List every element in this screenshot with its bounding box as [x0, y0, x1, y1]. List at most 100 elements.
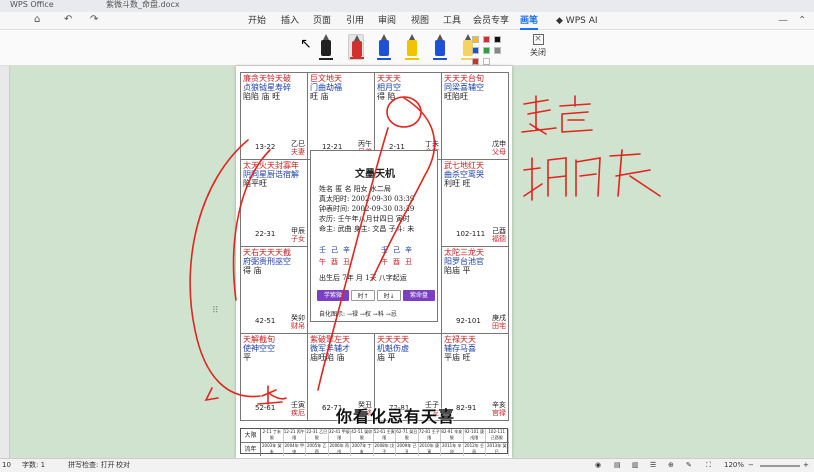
- pillar-stem: 壬: [319, 246, 326, 254]
- dayun-cell[interactable]: 32-41 甲辰限: [329, 429, 351, 442]
- document-tab[interactable]: 紫微斗数_命盘.docx: [100, 0, 186, 12]
- liunian-cell[interactable]: 2005年 乙酉: [306, 443, 329, 456]
- palace-range: 13-22: [255, 143, 276, 151]
- black-pen-icon[interactable]: [318, 34, 334, 60]
- color-swatch[interactable]: [472, 58, 479, 65]
- expand-icon[interactable]: ⌃: [798, 15, 806, 26]
- pillar-stem: 壬: [381, 246, 388, 254]
- redo-icon[interactable]: ↷: [90, 14, 98, 25]
- spell-check[interactable]: 拼写检查: 打开: [68, 459, 115, 472]
- menu-pen[interactable]: 画笔: [520, 14, 539, 30]
- chart-center-panel: 文墨天机 姓名 匿 名 阳女 水二局 真太阳时: 2002-09-30 03:3…: [310, 150, 438, 322]
- page-view-icon[interactable]: ▥: [632, 459, 639, 472]
- chart-control-button[interactable]: 时↑: [351, 290, 375, 301]
- view-mode-icon[interactable]: ◉: [595, 459, 601, 472]
- save-icon[interactable]: ⌂: [34, 14, 40, 25]
- minimize-icon[interactable]: —: [778, 15, 788, 26]
- close-ink-button[interactable]: × 关闭: [526, 34, 550, 64]
- liunian-cell[interactable]: 2011年 辛卯: [441, 443, 464, 456]
- palace-stars: 天天天台旬 同梁喜辅空 旺陷旺: [444, 74, 484, 101]
- zoom-in-icon[interactable]: +: [803, 459, 809, 472]
- word-count[interactable]: 字数: 1: [22, 459, 45, 472]
- chart-control-button[interactable]: 学紫微: [317, 290, 349, 301]
- palace-cell[interactable]: 太天火天封寡年 阴同星厨诰宿解 陷平旺 22-31 甲辰 子女: [240, 159, 308, 247]
- menu-insert[interactable]: 插入: [281, 14, 299, 28]
- palace-cell[interactable]: 天右天天天截 府弼贵刑巫空得 庙 42-51 癸卯 财帛: [240, 246, 308, 334]
- blue-pen-2-icon[interactable]: [432, 34, 448, 60]
- fullscreen-icon[interactable]: ⛶: [706, 459, 711, 472]
- proof-button[interactable]: 校对: [116, 459, 130, 472]
- dayun-cell[interactable]: 72-81 壬子限: [419, 429, 441, 442]
- color-swatch[interactable]: [483, 58, 490, 65]
- wps-ai-button[interactable]: ◆ WPS AI: [556, 14, 598, 28]
- dayun-cell[interactable]: 52-61 壬寅限: [374, 429, 396, 442]
- liunian-cell[interactable]: 2008年 戊子: [374, 443, 396, 456]
- liunian-cell[interactable]: 2004年 甲申: [284, 443, 306, 456]
- liunian-cell[interactable]: 2003年 癸未: [261, 443, 284, 456]
- layout-icon[interactable]: ▤: [614, 459, 621, 472]
- page-indicator: 10: [2, 461, 11, 469]
- palace-stars: 廉贪天铃天破 贞狼钺星寿碎 陷陷 庙 旺: [243, 74, 291, 101]
- liunian-row: 流年 2003年 癸未 2004年 甲申 2005年 乙酉 2006年 丙戌 2007年…: [241, 442, 509, 456]
- liunian-cell[interactable]: 2006年 丙戌: [329, 443, 351, 456]
- color-swatch[interactable]: [494, 47, 501, 54]
- menu-references[interactable]: 引用: [346, 14, 364, 28]
- palace-cell[interactable]: 天天天相月空得 陷2-11丁未命宫: [374, 72, 442, 160]
- dayun-cell[interactable]: 82-91 辛亥限: [441, 429, 464, 442]
- color-swatch[interactable]: [472, 47, 479, 54]
- color-swatch[interactable]: [472, 36, 479, 43]
- yellow-pen-icon[interactable]: [404, 34, 420, 60]
- palace-cell[interactable]: 太陀三龙天 阳罗台池官 陷庙 平 92-101 庚戌 田宅: [441, 246, 509, 334]
- liunian-cell[interactable]: 2009年 己丑: [396, 443, 419, 456]
- dayun-cell[interactable]: 92-101 庚戌限: [464, 429, 486, 442]
- liunian-cell[interactable]: 2013年 癸巳: [486, 443, 509, 456]
- palace-cell[interactable]: 廉贪天铃天破 贞狼钺星寿碎 陷陷 庙 旺 13-22 乙巳 夫妻: [240, 72, 308, 160]
- dayun-cell[interactable]: 2-11 丁未限: [261, 429, 284, 442]
- pen-mode-icon[interactable]: ✎: [686, 459, 692, 472]
- chart-control-button[interactable]: 时↓: [377, 290, 401, 301]
- palace-name: 子女: [291, 235, 305, 243]
- dayun-head: 大限: [241, 429, 261, 442]
- palace-cell[interactable]: 天天天台旬 同梁喜辅空 旺陷旺 戊申 父母: [441, 72, 509, 160]
- dayun-cell[interactable]: 12-21 丙午限: [284, 429, 306, 442]
- app-tab[interactable]: WPS Office: [4, 0, 60, 12]
- info-line: 农历: 壬午年八月廿四日 寅时: [319, 215, 410, 223]
- color-swatch[interactable]: [483, 47, 490, 54]
- zoom-out-icon[interactable]: −: [748, 459, 754, 472]
- chart-control-button[interactable]: 紫命盘: [403, 290, 435, 301]
- menu-tools[interactable]: 工具: [443, 14, 461, 28]
- liunian-cell[interactable]: 2010年 庚寅: [419, 443, 441, 456]
- dayun-cell[interactable]: 22-31 乙巳限: [306, 429, 329, 442]
- info-line: 姓名 匿 名 阳女 水二局: [319, 185, 391, 193]
- palace-cell[interactable]: 天解截旬 使神空空平 52-61 壬寅 疾厄: [240, 333, 308, 421]
- menu-home[interactable]: 开始: [248, 14, 266, 28]
- pillar-branch: 丑: [343, 258, 350, 266]
- menu-member[interactable]: 会员专享: [473, 14, 509, 28]
- palace-name: 疾厄: [291, 409, 305, 417]
- dayun-cell[interactable]: 62-71 癸丑限: [396, 429, 419, 442]
- color-swatch[interactable]: [494, 36, 501, 43]
- dayun-cell[interactable]: 42-51 癸卯限: [351, 429, 374, 442]
- menu-page[interactable]: 页面: [313, 14, 331, 28]
- color-swatch[interactable]: [483, 36, 490, 43]
- red-pen-icon[interactable]: [348, 34, 364, 60]
- undo-icon[interactable]: ↶: [64, 14, 72, 25]
- liunian-cell[interactable]: 2007年 丁亥: [351, 443, 374, 456]
- menu-review[interactable]: 审阅: [378, 14, 396, 28]
- zoom-level[interactable]: 120%: [724, 459, 744, 472]
- menu-view[interactable]: 视图: [411, 14, 429, 28]
- liunian-cell[interactable]: 2012年 壬辰: [464, 443, 486, 456]
- pillar-branch: 酉: [331, 258, 338, 266]
- document-page[interactable]: 廉贪天铃天破 贞狼钺星寿碎 陷陷 庙 旺 13-22 乙巳 夫妻 巨文地天 门曲劫福旺 庙 12…: [236, 66, 512, 458]
- chart-title: 文墨天机: [355, 169, 395, 180]
- palace-name: 福德: [492, 235, 506, 243]
- dayun-cell[interactable]: 102-111 己酉限: [486, 429, 509, 442]
- blue-pen-icon[interactable]: [376, 34, 392, 60]
- web-view-icon[interactable]: ⊕: [668, 459, 674, 472]
- zoom-slider[interactable]: [760, 465, 800, 467]
- palace-range: 102-111: [456, 230, 486, 238]
- palace-cell[interactable]: 武七地红天 曲杀空鸾哭 利旺 旺 102-111 己酉 福德: [441, 159, 509, 247]
- outline-icon[interactable]: ☰: [650, 459, 656, 472]
- drag-handle-icon[interactable]: ⠿: [212, 306, 219, 316]
- palace-cell[interactable]: 巨文地天门曲劫福旺 庙12-21丙午兄弟: [307, 72, 375, 160]
